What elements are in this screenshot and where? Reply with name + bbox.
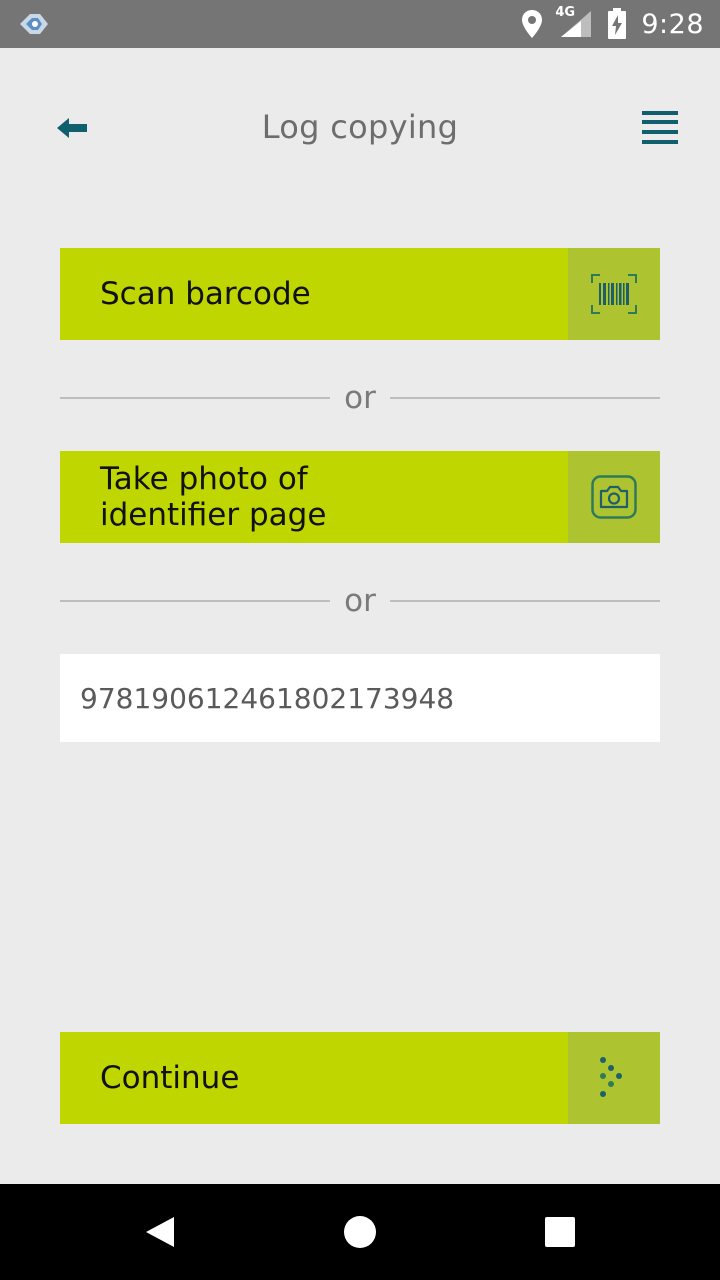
battery-charging-icon (607, 8, 627, 40)
take-photo-label-line2: identifier page (100, 497, 327, 533)
or-label: or (344, 380, 376, 416)
app-header: Log copying (0, 96, 720, 164)
take-photo-icon-box (568, 451, 660, 543)
nav-back-button[interactable] (136, 1208, 184, 1256)
camera-icon (591, 475, 637, 519)
nav-home-button[interactable] (336, 1208, 384, 1256)
status-left (18, 10, 52, 38)
divider-line (60, 397, 331, 399)
divider-line (389, 397, 660, 399)
or-label: or (344, 583, 376, 619)
status-right: 4G 9:28 (521, 5, 704, 40)
status-time: 9:28 (641, 8, 704, 40)
cellular-signal-icon: 4G (555, 5, 593, 39)
scan-barcode-button[interactable]: Scan barcode (60, 248, 660, 340)
take-photo-label-line1: Take photo of (100, 461, 308, 497)
nav-back-icon (144, 1215, 176, 1249)
status-bar: 4G 9:28 (0, 0, 720, 48)
nav-recent-button[interactable] (536, 1208, 584, 1256)
or-divider: or (60, 581, 660, 621)
dotted-arrow-icon (599, 1056, 629, 1100)
page-title: Log copying (261, 108, 459, 146)
continue-icon-box (568, 1032, 660, 1124)
continue-button[interactable]: Continue (60, 1032, 660, 1124)
nav-home-icon (343, 1215, 377, 1249)
location-icon (521, 9, 543, 39)
scan-barcode-label: Scan barcode (100, 276, 311, 312)
divider-line (389, 600, 660, 602)
network-type-label: 4G (555, 5, 576, 20)
hamburger-menu-icon (642, 111, 678, 145)
barcode-scan-icon (591, 274, 637, 314)
identifier-input[interactable] (60, 654, 660, 742)
take-photo-button[interactable]: Take photo of identifier page (60, 451, 660, 543)
continue-label: Continue (100, 1060, 240, 1096)
or-divider: or (60, 378, 660, 418)
app-notification-icon (18, 10, 52, 38)
divider-line (60, 600, 331, 602)
scan-barcode-icon-box (568, 248, 660, 340)
nav-recent-icon (545, 1217, 575, 1247)
take-photo-label: Take photo of identifier page (60, 451, 568, 543)
menu-button[interactable] (638, 108, 682, 148)
system-navigation-bar (0, 1184, 720, 1280)
